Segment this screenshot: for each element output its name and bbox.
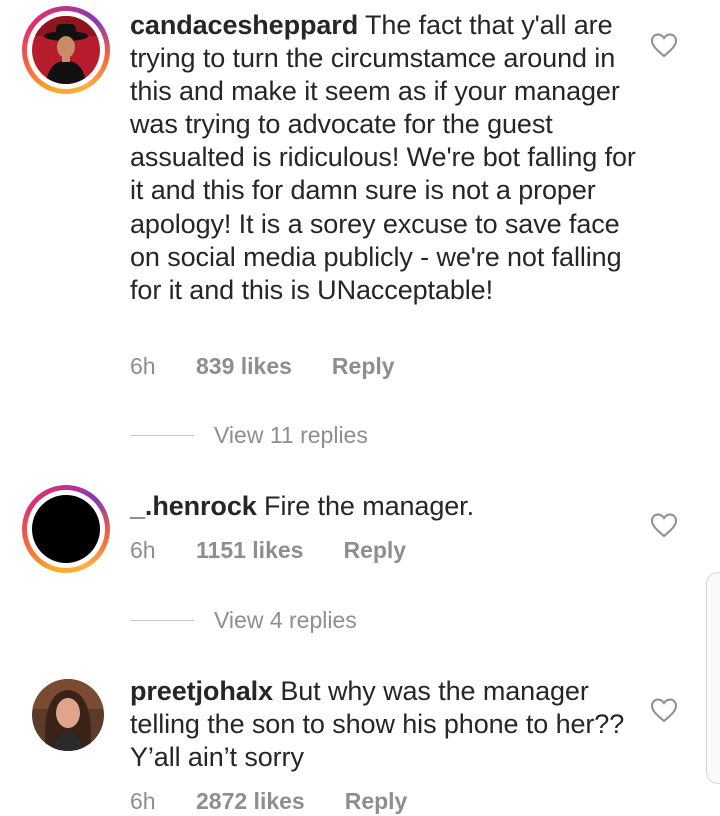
comment-body: Fire the manager. (256, 491, 474, 521)
view-replies-button[interactable]: View 4 replies (130, 605, 357, 635)
comment-meta: 6h 2872 likes Reply (130, 786, 407, 816)
comment-text: preetjohalx But why was the manager tell… (130, 675, 640, 774)
comment-meta: 6h 1151 likes Reply (130, 535, 406, 565)
reply-button[interactable]: Reply (343, 537, 406, 564)
view-replies-button[interactable]: View 11 replies (130, 420, 368, 450)
likes-count[interactable]: 2872 likes (196, 788, 305, 815)
likes-count[interactable]: 839 likes (196, 353, 292, 380)
side-panel-edge[interactable] (706, 572, 720, 784)
avatar[interactable] (22, 6, 110, 94)
comment-text: candacesheppard The fact that y'all are … (130, 9, 640, 307)
avatar[interactable] (32, 679, 104, 751)
avatar-photo (32, 679, 104, 751)
comment-time: 6h (130, 787, 156, 814)
reply-button[interactable]: Reply (345, 788, 408, 815)
likes-count[interactable]: 1151 likes (196, 537, 303, 564)
view-replies-label: View 11 replies (214, 421, 368, 448)
reply-button[interactable]: Reply (332, 353, 395, 380)
heart-outline-icon[interactable] (650, 512, 678, 538)
divider-line (130, 619, 194, 621)
username-link[interactable]: preetjohalx (130, 676, 273, 706)
comment-time: 6h (130, 536, 156, 563)
heart-outline-icon[interactable] (650, 697, 678, 723)
username-link[interactable]: _.henrock (130, 491, 257, 521)
avatar-photo (32, 16, 100, 84)
avatar-photo (32, 495, 100, 563)
comment-text: _.henrock Fire the manager. (130, 490, 640, 523)
username-link[interactable]: candacesheppard (130, 10, 358, 40)
comment-body: The fact that y'all are trying to turn t… (130, 10, 636, 305)
comment-time: 6h (130, 352, 156, 379)
heart-outline-icon[interactable] (650, 32, 678, 58)
avatar[interactable] (22, 485, 110, 573)
comment-meta: 6h 839 likes Reply (130, 351, 395, 381)
view-replies-label: View 4 replies (214, 606, 357, 633)
divider-line (130, 434, 194, 436)
